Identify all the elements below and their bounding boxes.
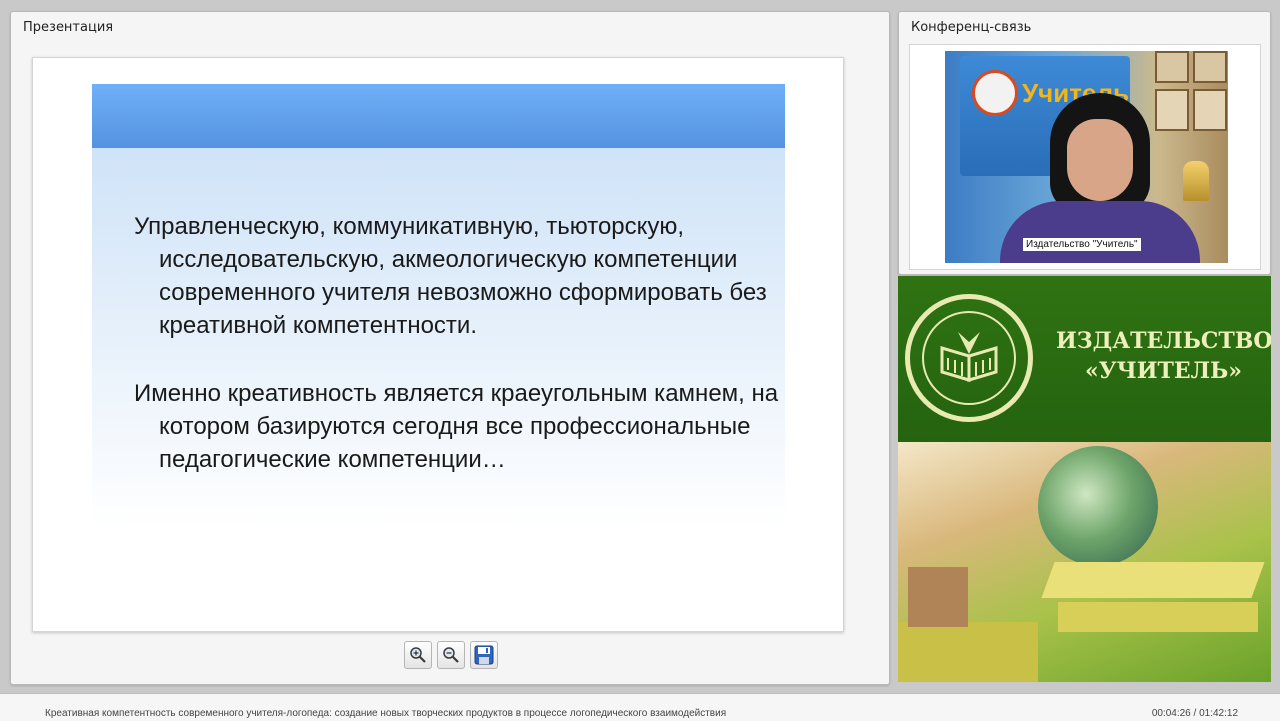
publisher-banner-top: ИЗДАТЕЛЬСТВО «УЧИТЕЛЬ» (898, 276, 1271, 442)
speaker-face (1067, 119, 1133, 201)
presentation-panel: Презентация Управленческую, коммуникатив… (10, 11, 890, 685)
publisher-banner: ИЗДАТЕЛЬСТВО «УЧИТЕЛЬ» (898, 276, 1271, 682)
presentation-panel-title: Презентация (23, 20, 114, 35)
trophy (1183, 161, 1209, 201)
conference-panel: Конференц-связь Учитель Издательство "Уч… (898, 11, 1271, 275)
book (1041, 562, 1265, 598)
wall-certificate (1193, 51, 1227, 83)
book (898, 622, 1038, 682)
publisher-title-line2: «УЧИТЕЛЬ» (1085, 358, 1242, 384)
zoom-out-button[interactable] (437, 641, 465, 669)
zoom-out-icon (443, 647, 459, 663)
zoom-in-button[interactable] (404, 641, 432, 669)
playback-time: 00:04:26 / 01:42:12 (1151, 708, 1238, 719)
wooden-blocks (908, 567, 968, 627)
wall-certificate (1193, 89, 1227, 131)
publisher-logo (905, 294, 1033, 422)
wall-certificate (1155, 89, 1189, 131)
book (1058, 602, 1258, 632)
slide: Управленческую, коммуникативную, тьюторс… (32, 57, 844, 632)
conference-panel-title: Конференц-связь (911, 20, 1032, 35)
book-icon (940, 332, 998, 383)
save-button[interactable] (470, 641, 498, 669)
publisher-title-line1: ИЗДАТЕЛЬСТВО (1056, 328, 1271, 354)
video-stream[interactable]: Учитель Издательство "Учитель" (945, 51, 1228, 263)
slide-header-bar (92, 84, 785, 148)
zoom-in-icon (410, 647, 426, 663)
slide-paragraph-1: Управленческую, коммуникативную, тьюторс… (134, 213, 767, 339)
publisher-title: ИЗДАТЕЛЬСТВО «УЧИТЕЛЬ» (1056, 326, 1271, 386)
video-caption: Издательство "Учитель" (1023, 238, 1141, 251)
publisher-books-photo (898, 442, 1271, 682)
slide-paragraph-2: Именно креативность является краеугольны… (134, 380, 779, 473)
video-banner-logo (972, 70, 1018, 116)
status-bar: Креативная компетентность современного у… (0, 693, 1280, 721)
video-frame: Учитель Издательство "Учитель" (909, 44, 1261, 270)
save-icon (474, 645, 494, 665)
globe (1038, 446, 1158, 566)
webinar-title: Креативная компетентность современного у… (45, 708, 727, 719)
speaker-body (1000, 201, 1200, 263)
wall-certificate (1155, 51, 1189, 83)
publisher-logo-inner (922, 311, 1016, 405)
